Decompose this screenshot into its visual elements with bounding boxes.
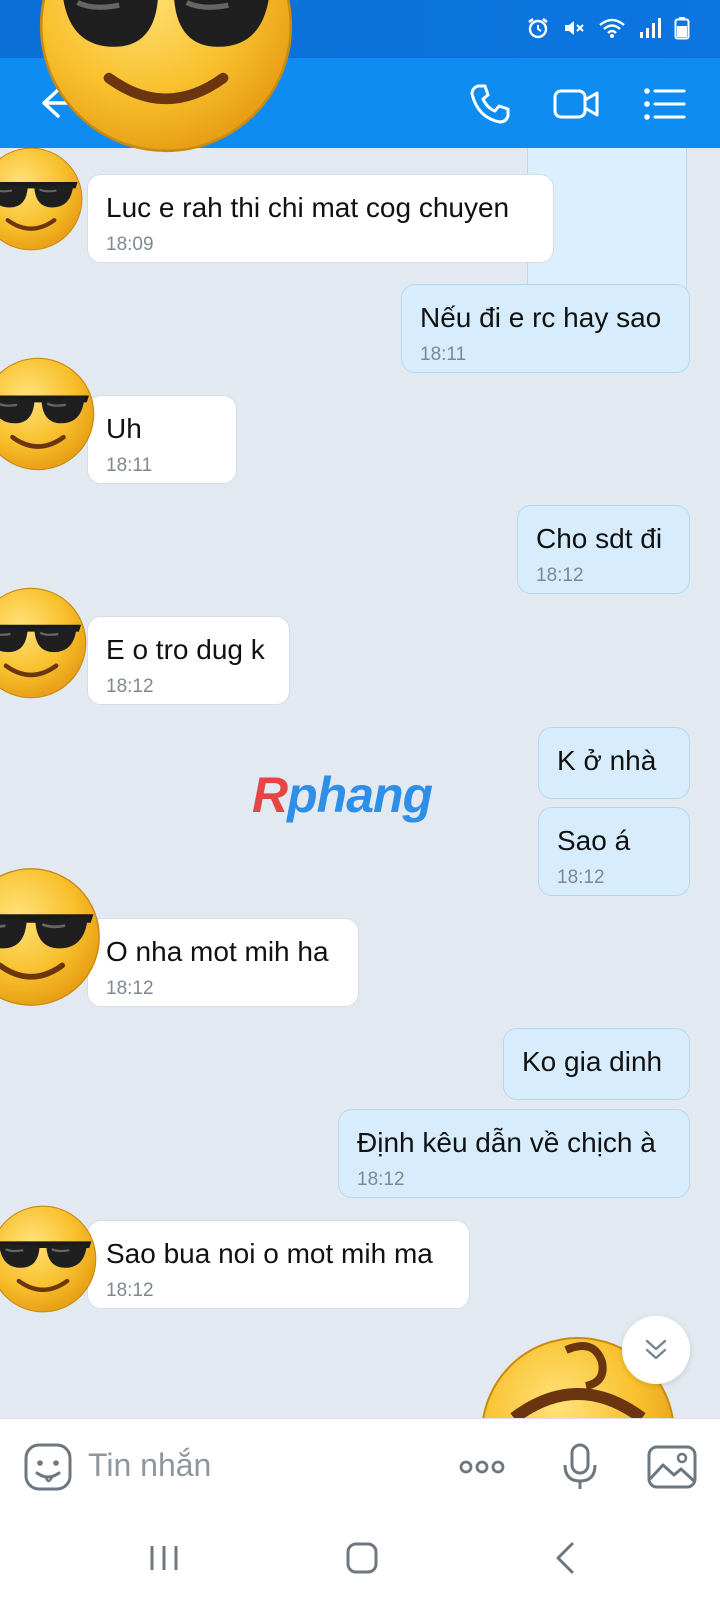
message-list[interactable]: Luc e rah thi chi mat cog chuyen 18:09 N…: [0, 148, 720, 1418]
image-icon[interactable]: [646, 1441, 698, 1493]
signal-icon: [640, 18, 661, 38]
system-nav-bar: [0, 1514, 720, 1600]
battery-icon: [674, 17, 690, 40]
recents-icon[interactable]: [144, 1538, 184, 1578]
mute-icon: [565, 21, 584, 35]
sunglasses-emoji-avatar: [0, 356, 96, 472]
message-time: 18:09: [106, 234, 154, 255]
scroll-to-bottom-button[interactable]: [622, 1316, 690, 1384]
message-time: 18:12: [357, 1169, 405, 1190]
phone-icon[interactable]: [466, 80, 514, 128]
message-outgoing[interactable]: Nếu đi e rc hay sao 18:11: [401, 284, 690, 373]
back-nav-icon[interactable]: [546, 1538, 586, 1578]
message-input[interactable]: Tin nhắn: [88, 1447, 211, 1484]
message-outgoing[interactable]: Cho sdt đi 18:12: [517, 505, 690, 594]
message-outgoing[interactable]: Ko gia dinh: [503, 1028, 690, 1100]
message-text: Sao bua noi o mot mih ma: [106, 1238, 433, 1269]
message-time: 18:12: [106, 676, 154, 697]
alarm-icon: [528, 18, 548, 39]
message-time: 18:11: [106, 455, 153, 476]
double-chevron-down-icon: [645, 1339, 667, 1360]
message-text: E o tro dug k: [106, 634, 265, 665]
message-text: Sao á: [557, 825, 631, 856]
message-outgoing[interactable]: Định kêu dẫn về chịch à 18:12: [338, 1109, 690, 1198]
watermark-logo: Rphang: [252, 767, 433, 823]
menu-list-icon[interactable]: [640, 80, 688, 128]
sunglasses-emoji-avatar: [0, 1204, 98, 1314]
message-outgoing[interactable]: Sao á 18:12: [538, 807, 690, 896]
video-call-icon[interactable]: [552, 80, 600, 128]
message-time: 18:12: [557, 867, 605, 888]
message-text: Uh: [106, 413, 142, 444]
message-text: K ở nhà: [557, 745, 657, 776]
wifi-icon: [599, 18, 625, 38]
sunglasses-emoji-sticker: [36, 0, 296, 156]
message-incoming[interactable]: O nha mot mih ha 18:12: [87, 918, 359, 1007]
message-incoming[interactable]: E o tro dug k 18:12: [87, 616, 290, 705]
message-incoming[interactable]: Sao bua noi o mot mih ma 18:12: [87, 1220, 470, 1309]
message-text: Nếu đi e rc hay sao: [420, 302, 662, 333]
message-time: 18:12: [106, 978, 154, 999]
sticker-icon[interactable]: [22, 1441, 74, 1493]
microphone-icon[interactable]: [554, 1441, 606, 1493]
message-time: 18:11: [420, 344, 467, 365]
message-text: Luc e rah thi chi mat cog chuyen: [106, 192, 510, 223]
message-text: Cho sdt đi: [536, 523, 663, 554]
message-text: O nha mot mih ha: [106, 936, 329, 967]
message-time: 18:12: [536, 565, 584, 586]
message-text: Định kêu dẫn về chịch à: [357, 1127, 656, 1158]
home-icon[interactable]: [342, 1538, 382, 1578]
message-input-bar: Tin nhắn: [0, 1418, 720, 1514]
message-time: 18:12: [106, 1280, 154, 1301]
more-icon[interactable]: [456, 1441, 508, 1493]
message-text: Ko gia dinh: [522, 1046, 663, 1077]
message-incoming[interactable]: Uh 18:11: [87, 395, 237, 484]
status-icons: [526, 16, 690, 40]
sunglasses-emoji-avatar: [0, 586, 88, 700]
message-incoming[interactable]: Luc e rah thi chi mat cog chuyen 18:09: [87, 174, 554, 263]
sunglasses-emoji-avatar: [0, 866, 102, 1008]
message-outgoing[interactable]: K ở nhà: [538, 727, 690, 799]
sunglasses-emoji-avatar: [0, 148, 84, 252]
